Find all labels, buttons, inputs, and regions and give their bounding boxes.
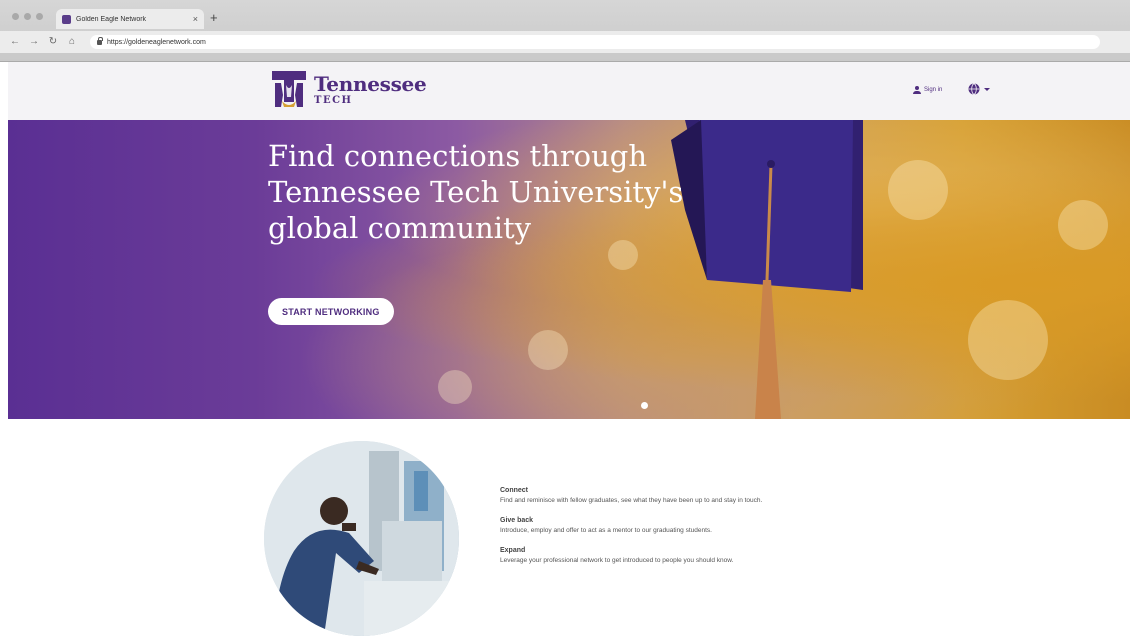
sign-in-link[interactable]: Sign in	[913, 86, 942, 94]
forward-icon[interactable]: →	[29, 37, 39, 47]
feature-item: Connect Find and reminisce with fellow g…	[500, 487, 920, 504]
logo-text: Tennessee TECH	[314, 72, 427, 106]
feature-description: Find and reminisce with fellow graduates…	[500, 497, 763, 504]
feature-title: Give back	[500, 517, 534, 524]
feature-description: Leverage your professional network to ge…	[500, 557, 734, 564]
feature-title: Connect	[500, 487, 528, 494]
hero-banner: Find connections through Tennessee Tech …	[8, 120, 1130, 419]
site-header: Tennessee TECH Sign in	[8, 62, 1130, 120]
features-list: Connect Find and reminisce with fellow g…	[500, 487, 920, 577]
home-icon[interactable]: ⌂	[67, 37, 77, 47]
browser-chrome: Golden Eagle Network × + ← → ↻ ⌂ https:/…	[0, 0, 1130, 62]
feature-description: Introduce, employ and offer to act as a …	[500, 527, 712, 534]
browser-tab[interactable]: Golden Eagle Network ×	[56, 9, 204, 29]
hero-title: Find connections through Tennessee Tech …	[268, 139, 684, 245]
carousel-dot[interactable]	[641, 402, 648, 409]
globe-icon	[968, 83, 980, 95]
feature-item: Give back Introduce, employ and offer to…	[500, 517, 920, 534]
chevron-down-icon	[984, 87, 990, 91]
address-bar[interactable]: https://goldeneaglenetwork.com	[90, 35, 1100, 49]
new-tab-button[interactable]: +	[210, 10, 218, 26]
tab-title: Golden Eagle Network	[76, 15, 147, 23]
logo-name: Tennessee	[314, 72, 427, 96]
graduation-cap-image	[671, 120, 863, 419]
maximize-window-button[interactable]	[36, 13, 43, 20]
reload-icon[interactable]: ↻	[48, 37, 58, 47]
feature-item: Expand Leverage your professional networ…	[500, 547, 920, 564]
bokeh-decoration	[1058, 200, 1108, 250]
student-photo	[264, 441, 459, 636]
bokeh-decoration	[968, 300, 1048, 380]
person-icon	[913, 86, 921, 94]
language-selector[interactable]	[968, 83, 990, 95]
url-text: https://goldeneaglenetwork.com	[107, 38, 206, 46]
feature-title: Expand	[500, 547, 526, 554]
tennessee-tech-logo[interactable]: Tennessee TECH	[272, 71, 427, 109]
bokeh-decoration	[528, 330, 568, 370]
lock-icon	[97, 36, 103, 45]
close-window-button[interactable]	[12, 13, 19, 20]
logo-mark-icon	[272, 71, 306, 107]
browser-toolbar: ← → ↻ ⌂ https://goldeneaglenetwork.com	[0, 31, 1130, 53]
bokeh-decoration	[888, 160, 948, 220]
start-networking-button[interactable]: START NETWORKING	[268, 298, 394, 325]
window-controls	[12, 13, 43, 20]
tab-close-icon[interactable]: ×	[193, 14, 198, 24]
favicon-icon	[62, 14, 71, 24]
back-icon[interactable]: ←	[10, 37, 20, 47]
logo-subtitle: TECH	[314, 95, 353, 106]
sign-in-label: Sign in	[924, 87, 943, 93]
bokeh-decoration	[438, 370, 472, 404]
minimize-window-button[interactable]	[24, 13, 31, 20]
student-lab-illustration	[264, 441, 459, 636]
